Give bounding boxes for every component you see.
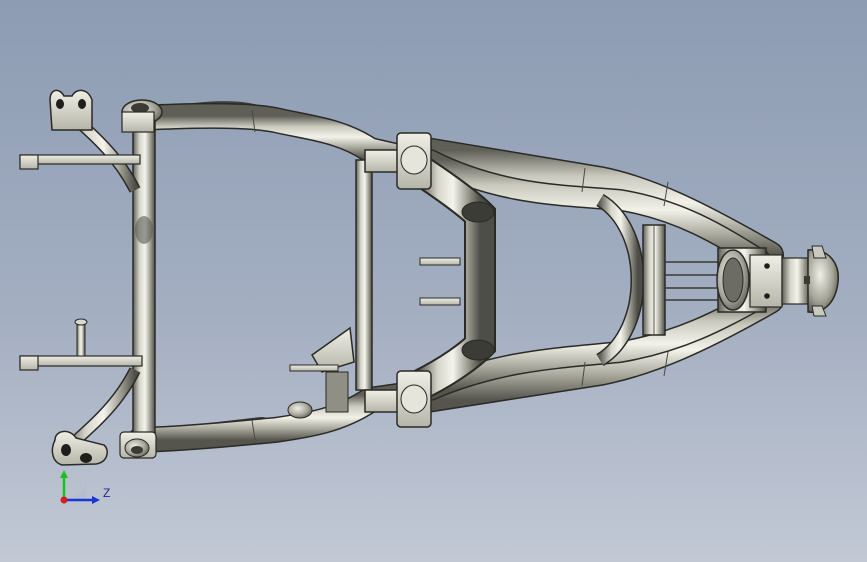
middle-tab-lower xyxy=(419,297,461,306)
triad-origin xyxy=(60,496,68,504)
middle-vertical-rod xyxy=(355,159,373,391)
rear-lower-mount-plate xyxy=(19,355,143,371)
middle-tube-cap-top xyxy=(461,201,495,223)
rear-vertical-post xyxy=(132,119,156,441)
rear-lower-post-cap xyxy=(119,431,157,459)
z-axis-label: Z xyxy=(103,486,111,500)
axle-stud xyxy=(74,318,88,357)
triad-arc xyxy=(64,480,86,501)
swingarm-frame-model[interactable] xyxy=(0,0,867,562)
pivot-hub xyxy=(716,245,839,317)
middle-tab-upper xyxy=(419,257,461,266)
lower-clamp-block xyxy=(364,370,432,428)
hub-spokes xyxy=(665,261,725,301)
shock-mount-bracket xyxy=(287,326,355,419)
rear-upper-lug xyxy=(49,89,93,131)
y-axis-arrow xyxy=(60,470,68,478)
3d-model-viewport[interactable]: Z xyxy=(0,0,867,562)
middle-tube-cap-bottom xyxy=(461,339,495,361)
z-axis-arrow xyxy=(92,496,100,504)
orientation-triad: Z xyxy=(50,470,120,510)
